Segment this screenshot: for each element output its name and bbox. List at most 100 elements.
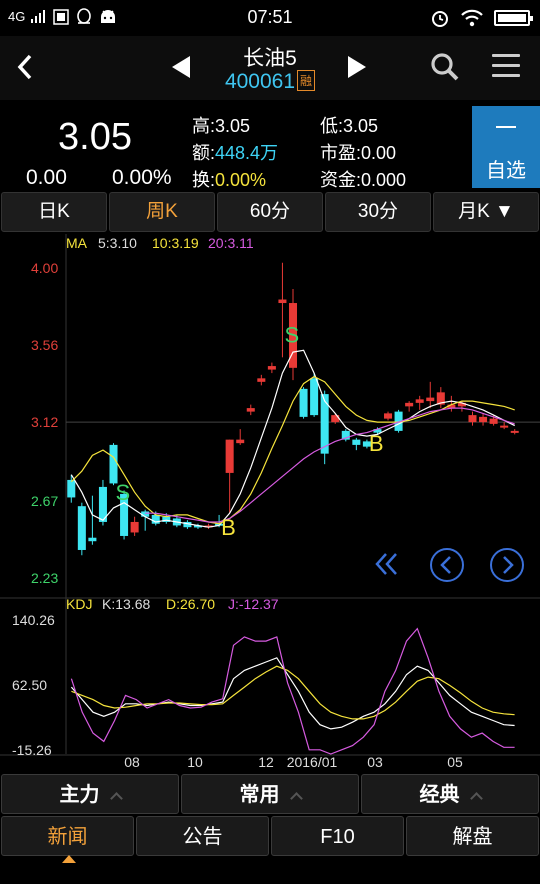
scroll-right-button[interactable] [488, 546, 526, 584]
menu-button[interactable] [492, 54, 520, 80]
signal-label: B [221, 515, 236, 540]
candle-body [236, 439, 245, 444]
group-classic[interactable]: 经典 [361, 774, 539, 814]
fast-back-button[interactable] [372, 546, 402, 582]
double-chevron-left-icon [375, 553, 397, 575]
low-field: 低:3.05 [320, 116, 379, 136]
pe-field: 市盈:0.00 [320, 143, 397, 163]
high-value: 3.05 [215, 116, 251, 136]
tab-month-dropdown[interactable]: 月K ▼ [433, 192, 539, 232]
amount-field: 额:448.4万 [192, 143, 279, 163]
tab-announcement[interactable]: 公告 [136, 816, 269, 856]
candle-body [278, 299, 287, 304]
circle-chevron-right-icon [490, 548, 524, 582]
candle-body [489, 418, 498, 424]
candle-body [246, 408, 255, 412]
bottom-tabs: 新闻 公告 F10 解盘 [0, 816, 540, 884]
current-price: 3.05 [58, 116, 132, 158]
add-favorite-button[interactable]: 自选 [472, 106, 540, 188]
indicator-groups: 主力 常用 经典 [0, 774, 540, 816]
kdj-legend-item: D:26.70 [166, 596, 215, 612]
high-field: 高:3.05 [192, 116, 251, 136]
fund-field: 资金:0.000 [320, 170, 407, 190]
favorite-dash-icon [496, 126, 516, 128]
candle-body [130, 521, 139, 533]
scroll-left-button[interactable] [428, 546, 466, 584]
title-bar: 长油5 400061 融 [0, 36, 540, 100]
turnover-field: 换:0.00% [192, 170, 267, 190]
candle-body [426, 397, 435, 402]
ma-legend-item: 10:3.19 [152, 235, 199, 251]
tab-week[interactable]: 周K [109, 192, 215, 232]
kline-chart[interactable]: 4.00 3.56 3.12 2.67 2.23 MA 5:3.10 10:3.19 20:3.… [0, 234, 540, 770]
candle-body [77, 506, 86, 550]
ma-title: MA [66, 235, 88, 251]
ma-legend-item: 5:3.10 [98, 235, 137, 251]
candle-body [88, 537, 97, 542]
candle-body [109, 444, 118, 484]
x-tick-label: 10 [187, 754, 203, 770]
ma-legend-item: 20:3.11 [208, 235, 254, 251]
candle-body [500, 425, 509, 428]
x-tick-label: 05 [447, 754, 463, 770]
tab-day[interactable]: 日K [1, 192, 107, 232]
candle-body [299, 388, 308, 417]
kdj-tick-label: 140.26 [12, 612, 55, 628]
price-tick-label: 3.56 [31, 337, 58, 353]
margin-badge: 融 [297, 70, 316, 91]
price-change-pct: 0.00% [112, 166, 172, 189]
status-right [430, 8, 533, 28]
price-tick-label: 2.67 [31, 493, 58, 509]
candle-body [415, 399, 424, 403]
tab-analysis[interactable]: 解盘 [406, 816, 539, 856]
candle-body [225, 439, 234, 473]
signal-label: B [369, 431, 384, 456]
tab-30min[interactable]: 30分 [325, 192, 431, 232]
signal-label: S [284, 323, 299, 348]
tab-news[interactable]: 新闻 [1, 816, 134, 863]
low-value: 3.05 [343, 116, 379, 136]
kdj-line-j [70, 627, 515, 755]
ma-line-ma10 [70, 375, 515, 525]
kdj-tick-label: 62.50 [12, 677, 47, 693]
group-main-force[interactable]: 主力 [1, 774, 179, 814]
candle-body [257, 378, 266, 382]
candle-body [479, 416, 488, 423]
wifi-icon [461, 9, 483, 27]
candle-body [267, 366, 276, 370]
candle-body [310, 378, 319, 416]
x-tick-label: 2016/01 [287, 754, 338, 770]
period-tabs: 日K 周K 60分 30分 月K ▼ [0, 192, 540, 234]
amount-value: 448.4万 [215, 143, 279, 163]
x-tick-label: 03 [367, 754, 383, 770]
signal-label: S [116, 480, 131, 505]
next-stock-button[interactable] [346, 54, 368, 87]
quote-panel: 3.05 0.00 0.00% 高:3.05 额:448.4万 换:0.00% … [0, 102, 540, 190]
x-tick-label: 08 [124, 754, 140, 770]
candle-body [468, 415, 477, 423]
alarm-icon [432, 11, 448, 27]
search-button[interactable] [430, 52, 460, 82]
kdj-title: KDJ [66, 596, 92, 612]
tab-60min[interactable]: 60分 [217, 192, 323, 232]
candle-body [141, 511, 150, 517]
menu-icon [492, 54, 520, 57]
price-change: 0.00 [26, 166, 67, 189]
candle-body [510, 430, 519, 433]
search-icon [431, 53, 459, 81]
pe-value: 0.00 [361, 143, 397, 163]
tab-f10[interactable]: F10 [271, 816, 404, 856]
triangle-right-icon [348, 56, 366, 78]
kdj-line-k [70, 657, 515, 730]
favorite-label: 自选 [486, 160, 526, 182]
status-bar: 4G 07:51 [0, 0, 540, 36]
kdj-tick-label: -15.26 [12, 742, 52, 758]
turnover-value: 0.00% [215, 170, 267, 190]
chevron-up-icon [109, 792, 123, 805]
candle-body [405, 402, 414, 407]
group-common[interactable]: 常用 [181, 774, 359, 814]
kdj-legend-item: J:-12.37 [228, 596, 279, 612]
stock-code: 400061 [224, 70, 296, 93]
kdj-line-d [71, 665, 515, 720]
candle-body [67, 479, 76, 498]
